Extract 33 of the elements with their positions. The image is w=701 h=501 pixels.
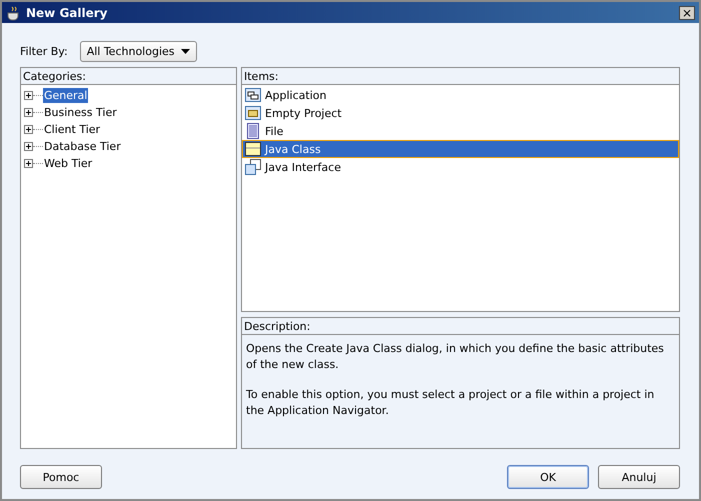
folder-icon: [245, 105, 261, 121]
expand-icon[interactable]: [24, 142, 33, 151]
window-icon: [245, 87, 261, 103]
panel-header: Items:: [242, 68, 679, 85]
tree-item[interactable]: Web Tier: [43, 156, 94, 171]
class-icon: [245, 141, 261, 157]
description-text: Opens the Create Java Class dialog, in which you define the basic attributes of the new class.: [246, 341, 665, 373]
list-item[interactable]: Java Class: [242, 140, 679, 158]
tree-item[interactable]: Database Tier: [43, 139, 122, 154]
help-button[interactable]: Pomoc: [20, 465, 102, 489]
list-item[interactable]: Application: [242, 86, 679, 104]
expand-icon[interactable]: [24, 159, 33, 168]
interface-icon: [245, 159, 261, 175]
document-icon: [245, 123, 261, 139]
list-item[interactable]: Empty Project: [242, 104, 679, 122]
panel-header: Categories:: [21, 68, 236, 85]
filter-label: Filter By:: [20, 44, 68, 58]
expand-icon[interactable]: [24, 91, 33, 100]
expand-icon[interactable]: [24, 108, 33, 117]
description-text: To enable this option, you must select a project or a file within a project in the Application Navigator.: [246, 387, 656, 419]
filter-dropdown[interactable]: All Technologies: [80, 40, 196, 62]
close-button[interactable]: ×: [679, 6, 695, 20]
tree-item[interactable]: Client Tier: [43, 122, 102, 137]
panel-header: Description:: [242, 318, 679, 335]
list-item[interactable]: File: [242, 122, 679, 140]
window-title: New Gallery: [26, 6, 108, 20]
tree-item[interactable]: Business Tier: [43, 105, 118, 120]
list-item[interactable]: Java Interface: [242, 158, 679, 176]
ok-button[interactable]: OK: [507, 465, 589, 489]
caret-icon: [180, 48, 190, 54]
cancel-button[interactable]: Anuluj: [598, 465, 680, 489]
expand-icon[interactable]: [24, 125, 33, 134]
tree-item[interactable]: General: [43, 88, 88, 103]
